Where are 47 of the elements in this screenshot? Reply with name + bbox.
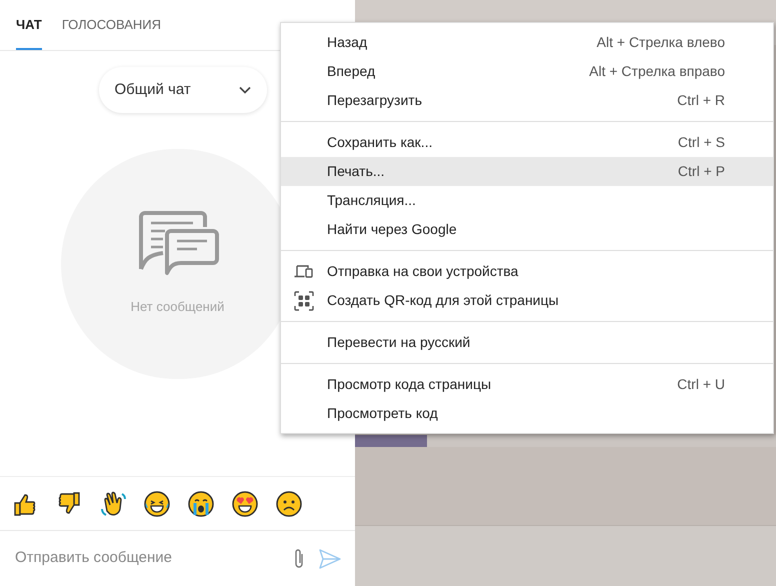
menu-item-label: Найти через Google	[327, 220, 458, 239]
paperclip-icon[interactable]	[293, 548, 305, 570]
heart-eyes-face-icon[interactable]	[232, 490, 258, 516]
menu-item-label: Печать...	[327, 162, 386, 181]
menu-item-label: Просмотр кода страницы	[327, 375, 492, 394]
menu-item[interactable]: Перевести на русский	[281, 328, 773, 357]
menu-item[interactable]: Назад Alt + Стрелка влево	[281, 28, 773, 57]
menu-item[interactable]: Сохранить как... Ctrl + S	[281, 128, 773, 157]
menu-item-label: Перезагрузить	[327, 91, 423, 110]
menu-item-label: Сохранить как...	[327, 133, 434, 152]
menu-item-label: Отправка на свои устройства	[327, 262, 520, 281]
chat-selector[interactable]: Общий чат	[98, 67, 266, 113]
frowning-face-icon[interactable]	[276, 490, 302, 516]
menu-item[interactable]: Найти через Google	[281, 215, 773, 244]
waving-hand-icon[interactable]	[100, 490, 126, 516]
menu-item[interactable]: Отправка на свои устройства	[281, 257, 773, 286]
devices-icon	[294, 264, 314, 278]
shortcut-text: Alt + Стрелка вправо	[589, 62, 725, 81]
chat-bubbles-icon	[136, 209, 218, 277]
crying-face-icon[interactable]	[188, 490, 214, 516]
menu-item[interactable]: Просмотреть код	[281, 399, 773, 428]
tab[interactable]: ГОЛОСОВАНИЯ	[62, 0, 161, 50]
shortcut-text: Alt + Стрелка влево	[596, 33, 725, 52]
menu-item[interactable]: Вперед Alt + Стрелка вправо	[281, 57, 773, 86]
menu-item-label: Создать QR-код для этой страницы	[327, 291, 560, 310]
menu-item-label: Трансляция...	[327, 191, 417, 210]
tab[interactable]: ЧАТ	[16, 0, 42, 50]
thumbs-down-icon[interactable]	[56, 490, 82, 516]
shortcut-text: Ctrl + P	[678, 162, 725, 181]
accent-bar	[355, 435, 427, 447]
shortcut-text: Ctrl + R	[677, 91, 725, 110]
laughing-face-icon[interactable]	[144, 490, 170, 516]
menu-item-label: Вперед	[327, 62, 376, 81]
menu-item[interactable]: Создать QR-код для этой страницы	[281, 286, 773, 315]
shortcut-text: Ctrl + U	[677, 375, 725, 394]
menu-item[interactable]: Печать... Ctrl + P	[281, 157, 773, 186]
menu-item[interactable]: Просмотр кода страницы Ctrl + U	[281, 370, 773, 399]
shortcut-text: Ctrl + S	[678, 133, 725, 152]
menu-item-label: Назад	[327, 33, 368, 52]
message-input[interactable]: Отправить сообщение	[15, 547, 279, 570]
qr-code-icon	[294, 290, 314, 310]
menu-item-label: Просмотреть код	[327, 404, 439, 423]
menu-item-label: Перевести на русский	[327, 333, 472, 352]
menu-item[interactable]: Трансляция...	[281, 186, 773, 215]
empty-state-text: Нет сообщений	[130, 298, 224, 316]
menu-item[interactable]: Перезагрузить Ctrl + R	[281, 86, 773, 115]
chevron-down-icon	[238, 86, 250, 94]
